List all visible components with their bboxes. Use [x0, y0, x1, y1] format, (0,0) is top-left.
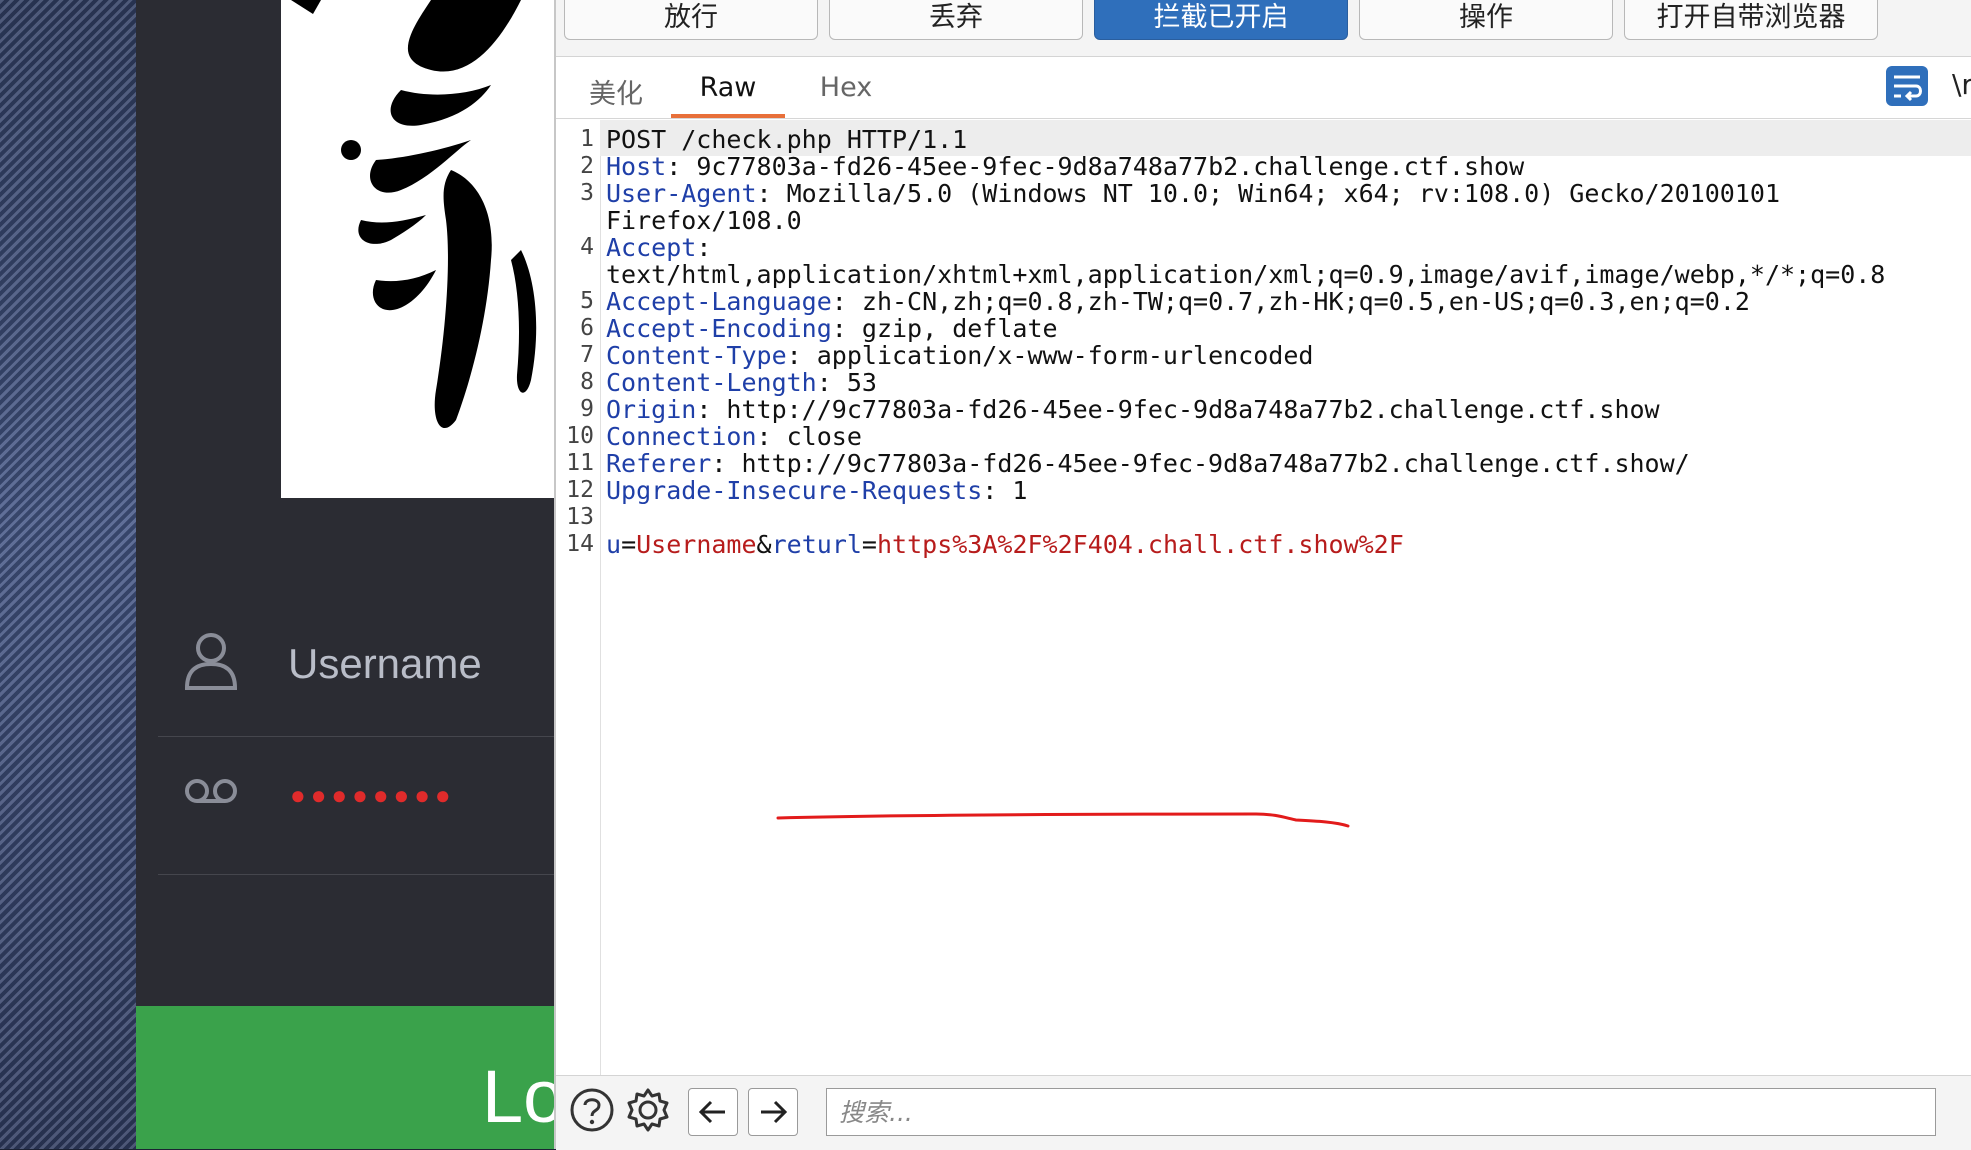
header-name: Accept-Encoding: [606, 314, 832, 343]
param-separator: &: [756, 530, 772, 559]
request-line-text: POST /check.php HTTP/1.1: [606, 125, 968, 154]
line-number-gutter: 1 2 3 4 5 6 7 8 9 10 11 12 13 14: [556, 120, 601, 1075]
param-key: returl: [771, 530, 862, 559]
header-name: Referer: [606, 449, 712, 478]
editor-bottom-bar: [556, 1075, 1971, 1150]
help-icon[interactable]: [568, 1086, 616, 1134]
line-number: 8: [580, 369, 594, 395]
request-line: POST /check.php HTTP/1.1: [606, 125, 967, 154]
drop-button[interactable]: 丢弃: [829, 0, 1083, 40]
header-line: Content-Type: application/x-www-form-url…: [606, 341, 1314, 370]
arrow-right-icon: [761, 1100, 788, 1124]
header-name: Connection: [606, 422, 757, 451]
username-row[interactable]: Username: [158, 598, 558, 737]
header-line: Referer: http://9c77803a-fd26-45ee-9fec-…: [606, 449, 1690, 478]
intercept-toolbar: 放行 丢弃 拦截已开启 操作 打开自带浏览器: [556, 0, 1971, 57]
header-line: User-Agent: Mozilla/5.0 (Windows NT 10.0…: [606, 179, 1781, 208]
header-line-wrapped: text/html,application/xhtml+xml,applicat…: [606, 260, 1885, 289]
header-line: Connection: close: [606, 422, 862, 451]
header-line: Origin: http://9c77803a-fd26-45ee-9fec-9…: [606, 395, 1660, 424]
arrow-left-icon: [698, 1100, 725, 1124]
login-button-label: Lo: [482, 1055, 556, 1138]
line-number: 1: [580, 126, 594, 152]
header-value: Firefox/108.0: [606, 206, 802, 235]
param-key: u: [606, 530, 622, 559]
header-value: 1: [1012, 476, 1028, 505]
request-body: u=Username&returl=https%3A%2F%2F404.chal…: [606, 530, 1404, 559]
line-number: 5: [580, 288, 594, 314]
header-line: Accept-Language: zh-CN,zh;q=0.8,zh-TW;q=…: [606, 287, 1750, 316]
line-number: 6: [580, 315, 594, 341]
header-value: gzip, deflate: [861, 314, 1058, 343]
message-view-tabs: 美化 Raw Hex \r: [556, 58, 1971, 119]
line-number: 14: [566, 531, 594, 557]
user-icon: [183, 630, 239, 690]
header-line: Accept-Encoding: gzip, deflate: [606, 314, 1058, 343]
header-name: Upgrade-Insecure-Requests: [606, 476, 983, 505]
header-line: Host: 9c77803a-fd26-45ee-9fec-9d8a748a77…: [606, 152, 1525, 181]
action-button[interactable]: 操作: [1359, 0, 1613, 40]
line-number: 2: [580, 153, 594, 179]
calligraphy-logo: [281, 0, 556, 498]
header-value: http://9c77803a-fd26-45ee-9fec-9d8a748a7…: [741, 449, 1690, 478]
line-number: 11: [566, 450, 594, 476]
header-value: close: [786, 422, 862, 451]
password-row[interactable]: ●●●●●●●●: [158, 736, 558, 875]
header-value: 9c77803a-fd26-45ee-9fec-9d8a748a77b2.cha…: [696, 152, 1525, 181]
tab-pretty[interactable]: 美化: [576, 72, 656, 118]
red-annotation-underline: [776, 812, 1350, 828]
background-texture: [0, 0, 140, 1149]
param-value: https%3A%2F%2F404.chall.ctf.show%2F: [876, 530, 1404, 559]
wrap-lines-icon: [1894, 75, 1922, 102]
intercept-toggle-button[interactable]: 拦截已开启: [1094, 0, 1348, 40]
header-name: Content-Length: [606, 368, 817, 397]
search-next-button[interactable]: [748, 1088, 798, 1136]
header-name: Host: [606, 152, 667, 181]
username-input[interactable]: Username: [288, 640, 482, 688]
header-name: User-Agent: [606, 179, 757, 208]
header-value: 53: [846, 368, 877, 397]
line-number: 3: [580, 180, 594, 206]
header-value: text/html,application/xhtml+xml,applicat…: [606, 260, 1886, 289]
header-name: Accept-Language: [606, 287, 832, 316]
forward-button[interactable]: 放行: [564, 0, 818, 40]
param-value: Username: [636, 530, 757, 559]
header-line: Accept:: [606, 233, 712, 262]
header-line-wrapped: Firefox/108.0: [606, 206, 802, 235]
login-button[interactable]: Lo: [136, 1006, 556, 1149]
search-input[interactable]: [826, 1088, 1936, 1136]
header-value: http://9c77803a-fd26-45ee-9fec-9d8a748a7…: [726, 395, 1660, 424]
header-value: zh-CN,zh;q=0.8,zh-TW;q=0.7,zh-HK;q=0.5,e…: [861, 287, 1750, 316]
request-editor[interactable]: 1 2 3 4 5 6 7 8 9 10 11 12 13 14 POST /c…: [556, 120, 1971, 1075]
line-number: 4: [580, 234, 594, 260]
header-name: Accept: [606, 233, 697, 262]
header-name: Origin: [606, 395, 697, 424]
header-name: Content-Type: [606, 341, 787, 370]
line-number: 10: [566, 423, 594, 449]
line-number: 9: [580, 396, 594, 422]
header-line: Upgrade-Insecure-Requests: 1: [606, 476, 1028, 505]
gear-icon[interactable]: [624, 1086, 672, 1134]
word-wrap-button[interactable]: [1886, 66, 1928, 106]
tab-raw[interactable]: Raw: [671, 72, 785, 118]
open-browser-button[interactable]: 打开自带浏览器: [1624, 0, 1878, 40]
header-value: application/x-www-form-urlencoded: [816, 341, 1314, 370]
burp-intercept-window: 放行 丢弃 拦截已开启 操作 打开自带浏览器 美化 Raw Hex \r 1 2…: [554, 0, 1971, 1150]
line-number: 13: [566, 504, 594, 530]
line-number: 7: [580, 342, 594, 368]
search-previous-button[interactable]: [688, 1088, 738, 1136]
cut-off-toolbar-text: \r: [1952, 68, 1971, 101]
header-value: Mozilla/5.0 (Windows NT 10.0; Win64; x64…: [786, 179, 1781, 208]
voicemail-icon: [183, 776, 239, 806]
header-line: Content-Length: 53: [606, 368, 877, 397]
line-number: 12: [566, 477, 594, 503]
password-input[interactable]: ●●●●●●●●: [290, 780, 456, 811]
tab-hex[interactable]: Hex: [801, 72, 891, 118]
